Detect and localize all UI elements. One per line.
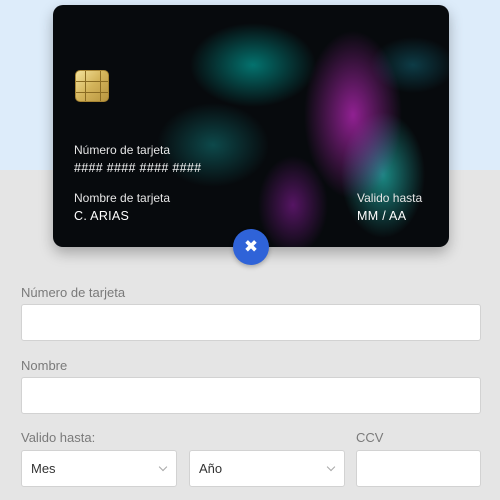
close-icon: ✖ — [243, 237, 259, 257]
card-name-label: Nombre de tarjeta — [74, 191, 171, 205]
card-chip-icon — [75, 70, 109, 102]
card-name-value: C. ARIAS — [74, 209, 130, 223]
name-field-label: Nombre — [21, 358, 68, 373]
card-expiry-label: Valido hasta — [357, 191, 423, 205]
year-select[interactable]: Año — [189, 450, 345, 487]
card-number-value: #### #### #### #### — [74, 161, 202, 175]
expiry-field-label: Valido hasta: — [21, 430, 96, 445]
name-input[interactable] — [21, 377, 481, 414]
year-selected-value: Año — [199, 461, 223, 476]
card-expiry-value: MM / AA — [357, 209, 407, 223]
chevron-down-icon — [326, 462, 336, 472]
credit-card-preview[interactable]: Número de tarjeta #### #### #### #### No… — [53, 5, 449, 247]
card-number-label: Número de tarjeta — [74, 143, 171, 157]
card-number-field-label: Número de tarjeta — [21, 285, 126, 300]
month-select[interactable]: Mes — [21, 450, 177, 487]
chevron-down-icon — [158, 462, 168, 472]
month-selected-value: Mes — [31, 461, 56, 476]
ccv-input[interactable] — [356, 450, 481, 487]
ccv-field-label: CCV — [356, 430, 384, 445]
card-number-input[interactable] — [21, 304, 481, 341]
close-card-button[interactable]: ✖ — [233, 229, 269, 265]
